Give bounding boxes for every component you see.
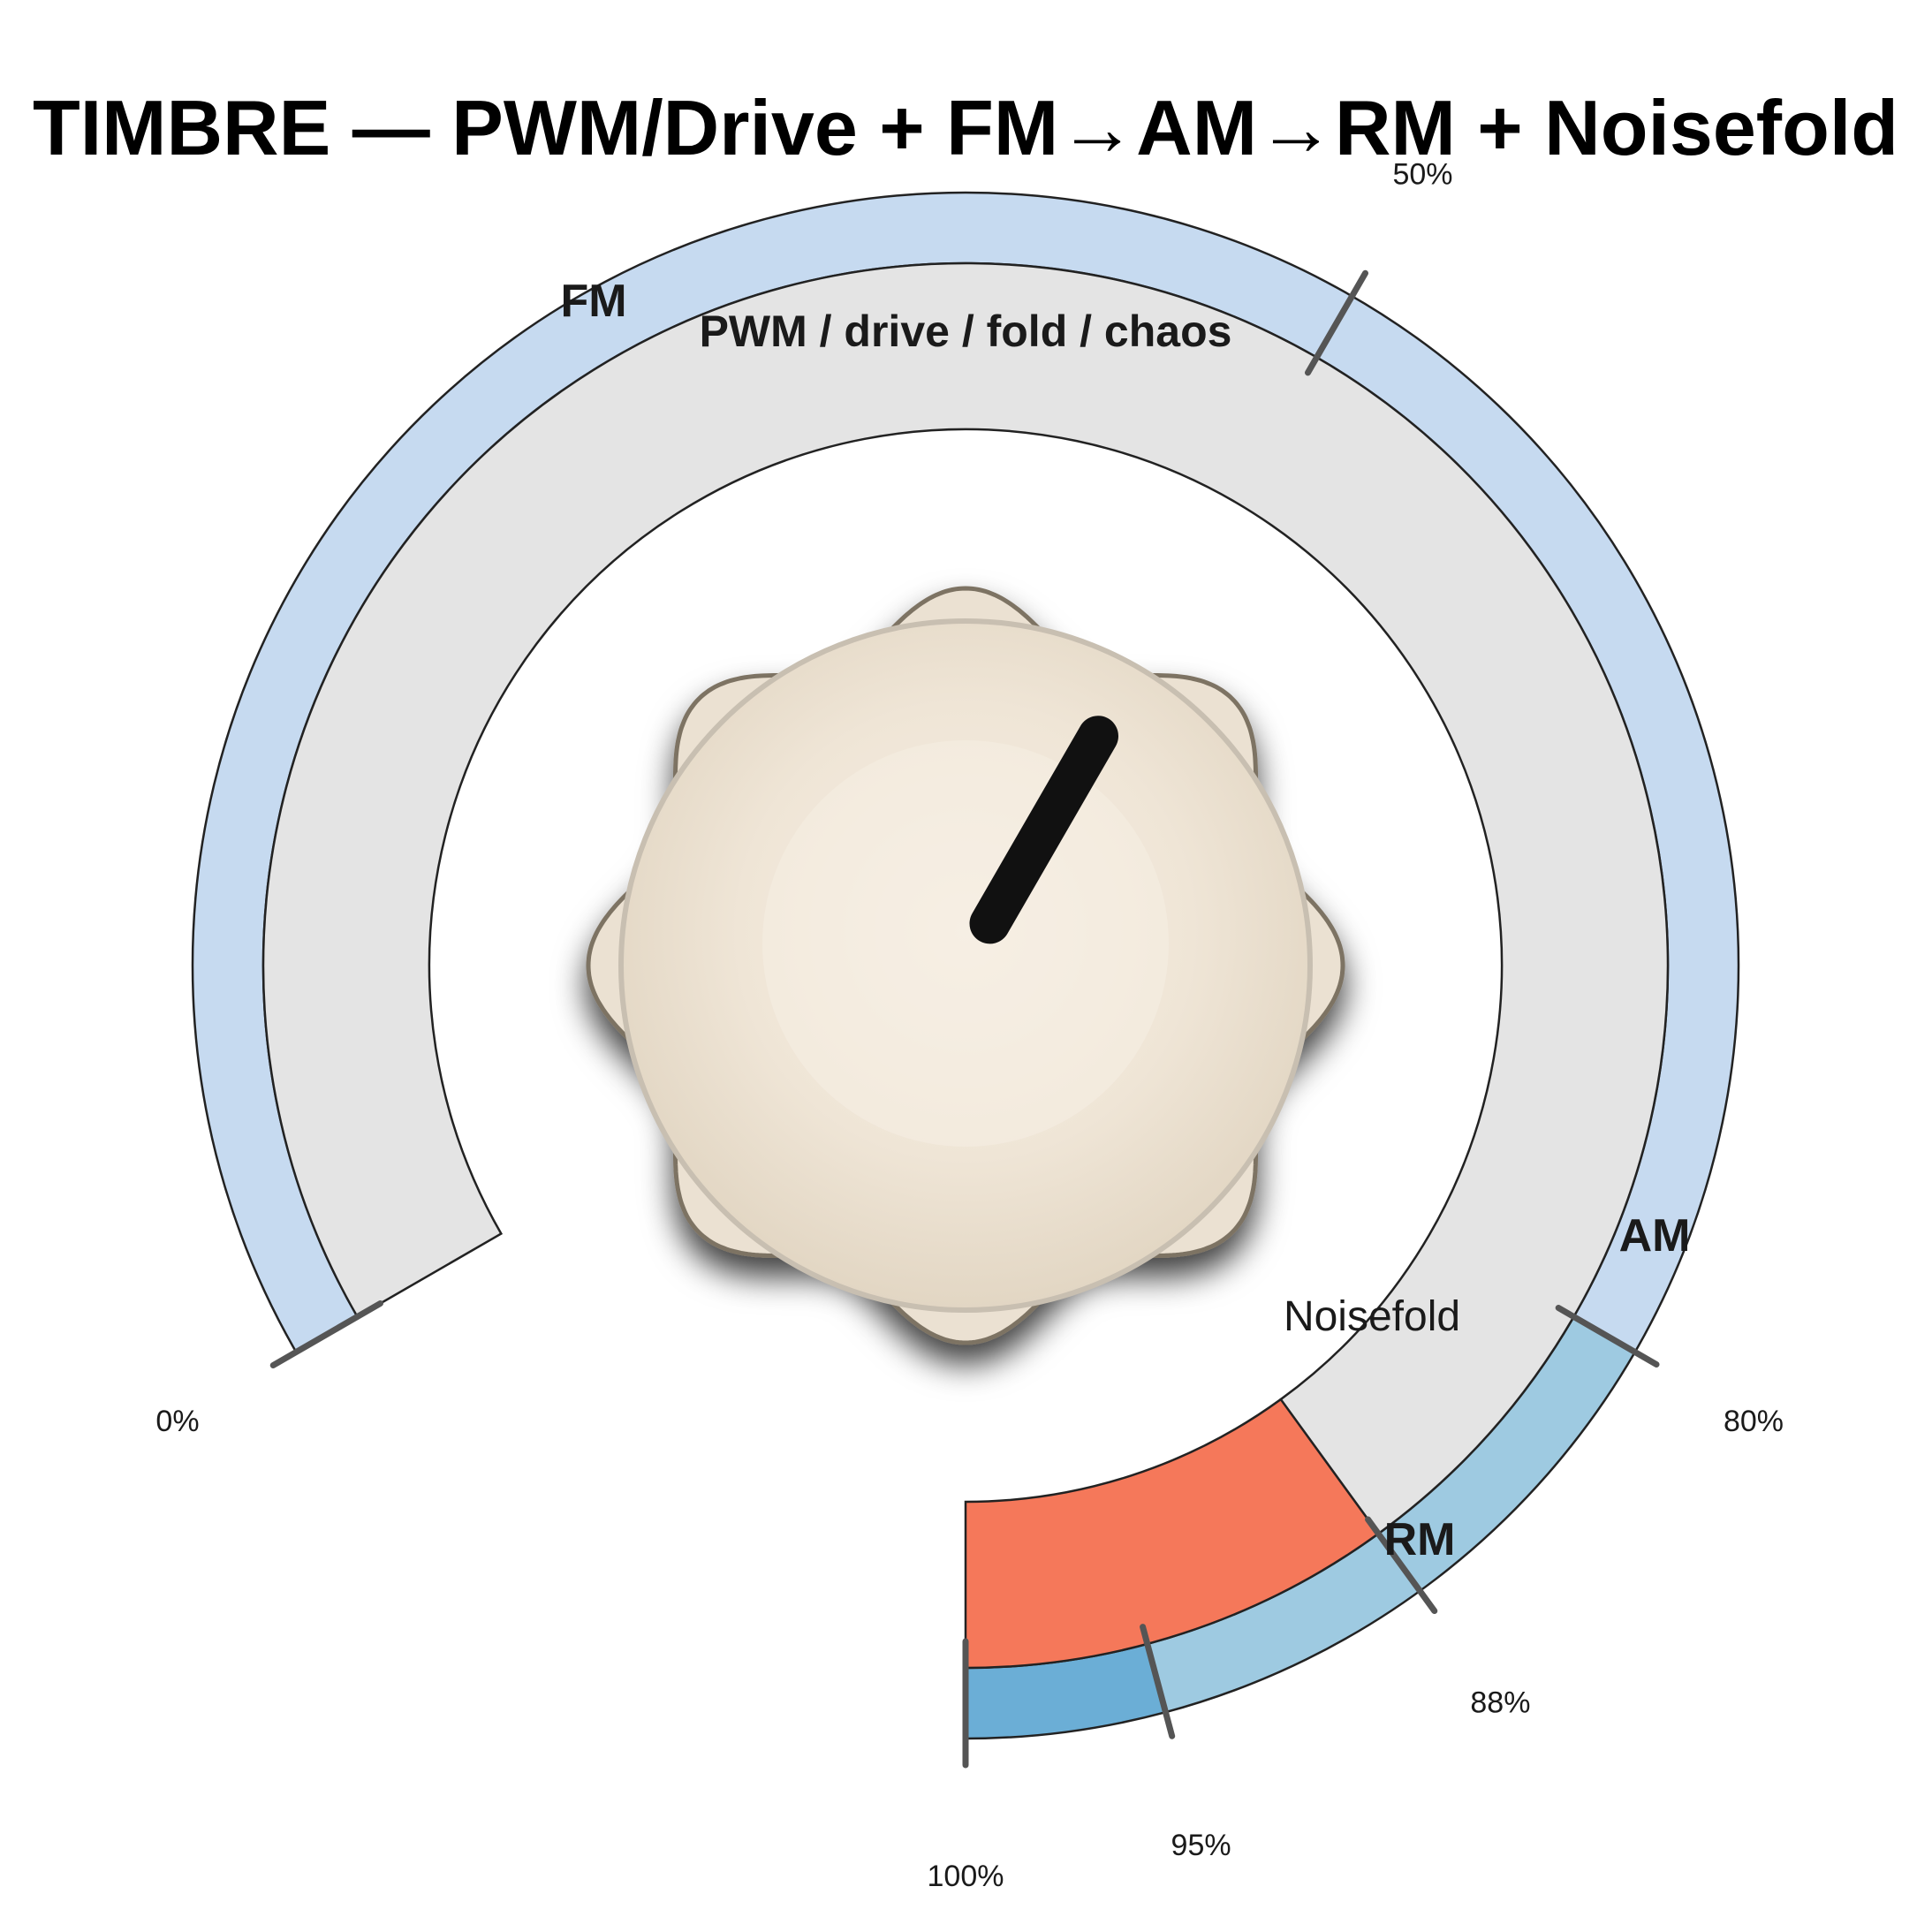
noisefold-label: Noisefold (1284, 1293, 1460, 1340)
segment-label-am: AM (1619, 1210, 1691, 1261)
segment-label-fm: FM (560, 276, 626, 327)
tick-label-0: 0% (155, 1405, 199, 1438)
tick-label-95: 95% (1171, 1829, 1231, 1862)
tick-label-80: 80% (1724, 1405, 1784, 1438)
segment-label-rm: RM (1384, 1514, 1456, 1565)
knob-highlight (762, 740, 1169, 1147)
chart-title: TIMBRE — PWM/Drive + FM→AM→RM + Noisefol… (33, 84, 1898, 171)
tick-label-88: 88% (1470, 1686, 1530, 1719)
inner-band-label: PWM / drive / fold / chaos (700, 307, 1232, 356)
tick-label-50: 50% (1392, 158, 1452, 192)
timbre-dial: TIMBRE — PWM/Drive + FM→AM→RM + Noisefol… (33, 84, 1898, 1893)
tick-label-100: 100% (928, 1860, 1004, 1893)
knob[interactable] (586, 586, 1345, 1345)
